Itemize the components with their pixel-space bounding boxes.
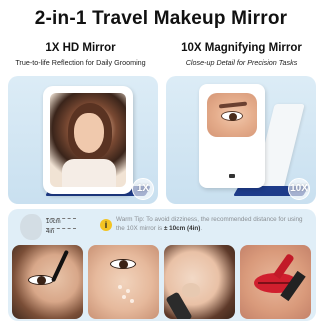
distance-diagram: 10cm 4in bbox=[20, 214, 80, 242]
10x-mirror-panel: 10X bbox=[166, 76, 316, 204]
right-column-header: 10X Magnifying Mirror Close-up Detail fo… bbox=[161, 42, 322, 67]
mirror-button bbox=[229, 174, 235, 178]
page-title: 2-in-1 Travel Makeup Mirror bbox=[34, 8, 288, 29]
10x-mirror-heading: 10X Magnifying Mirror bbox=[181, 42, 302, 54]
foundation-dots-photo bbox=[88, 245, 159, 319]
distance-label-in: 4in bbox=[46, 228, 76, 235]
eyeliner-application-photo bbox=[12, 245, 83, 319]
1x-mirror-subheading: True-to-life Reflection for Daily Groomi… bbox=[15, 58, 146, 67]
recommended-distance: ± 10cm (4in) bbox=[163, 225, 201, 232]
info-icon: i bbox=[100, 219, 112, 231]
10x-mirror-product-image bbox=[199, 84, 265, 188]
1x-mirror-panel: 1X bbox=[8, 76, 158, 204]
10x-badge: 10X bbox=[288, 178, 310, 200]
1x-mirror-product-image bbox=[43, 86, 133, 194]
brush-application-photo bbox=[164, 245, 235, 319]
left-column-header: 1X HD Mirror True-to-life Reflection for… bbox=[0, 42, 161, 67]
1x-badge: 1X bbox=[132, 178, 154, 200]
head-silhouette-icon bbox=[20, 214, 42, 240]
usage-section: 10cm 4in i Warm Tip: To avoid dizziness,… bbox=[8, 209, 316, 321]
10x-mirror-subheading: Close-up Detail for Precision Tasks bbox=[185, 58, 298, 67]
magnified-eye-image bbox=[207, 93, 257, 137]
warm-tip-text: Warm Tip: To avoid dizziness, the recomm… bbox=[116, 216, 303, 232]
distance-label-cm: 10cm bbox=[46, 218, 76, 225]
1x-mirror-heading: 1X HD Mirror bbox=[45, 42, 116, 54]
mirror-reflection-image bbox=[50, 93, 126, 187]
lipstick-application-photo bbox=[240, 245, 311, 319]
